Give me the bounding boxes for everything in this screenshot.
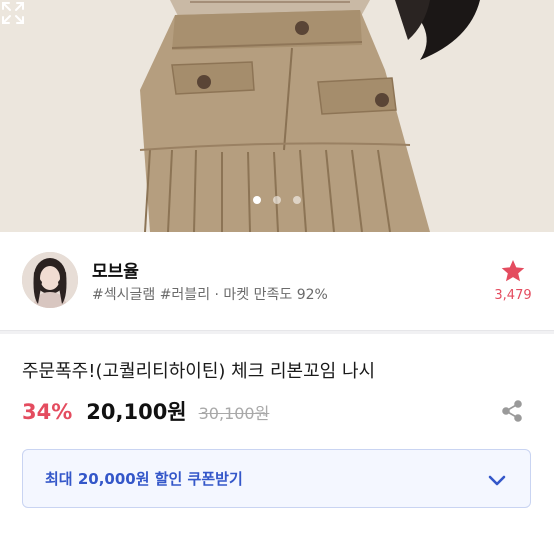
carousel-indicator: [0, 196, 554, 204]
price-row: 34% 20,100원 30,100원: [22, 396, 269, 426]
coupon-button[interactable]: 최대 20,000원 할인 쿠폰받기: [22, 449, 531, 508]
carousel-dot-active[interactable]: [253, 196, 261, 204]
share-icon[interactable]: [500, 399, 524, 423]
section-divider: [0, 330, 554, 334]
product-image-carousel[interactable]: [0, 0, 554, 232]
avatar[interactable]: [22, 252, 78, 308]
star-icon[interactable]: [500, 258, 526, 284]
product-title: 주문폭주!(고퀄리티하이틴) 체크 리본꼬임 나시: [22, 361, 376, 382]
expand-icon[interactable]: [0, 0, 26, 26]
favorite-button[interactable]: [495, 258, 531, 284]
original-price: 30,100원: [198, 404, 270, 423]
seller-section[interactable]: 모브율 #섹시글램 #러블리 · 마켓 만족도 92% 3,479: [0, 232, 554, 330]
coupon-label: 최대 20,000원 할인 쿠폰받기: [45, 470, 243, 488]
seller-tags: #섹시글램 #러블리 · 마켓 만족도 92%: [92, 287, 328, 303]
seller-name[interactable]: 모브율: [92, 257, 139, 282]
seller-avatar-image: [22, 252, 78, 308]
carousel-dot[interactable]: [273, 196, 281, 204]
sale-price: 20,100원: [86, 400, 187, 424]
favorite-count: 3,479: [494, 288, 532, 303]
chevron-down-icon[interactable]: [483, 466, 511, 494]
discount-rate: 34%: [22, 400, 73, 424]
carousel-dot[interactable]: [293, 196, 301, 204]
